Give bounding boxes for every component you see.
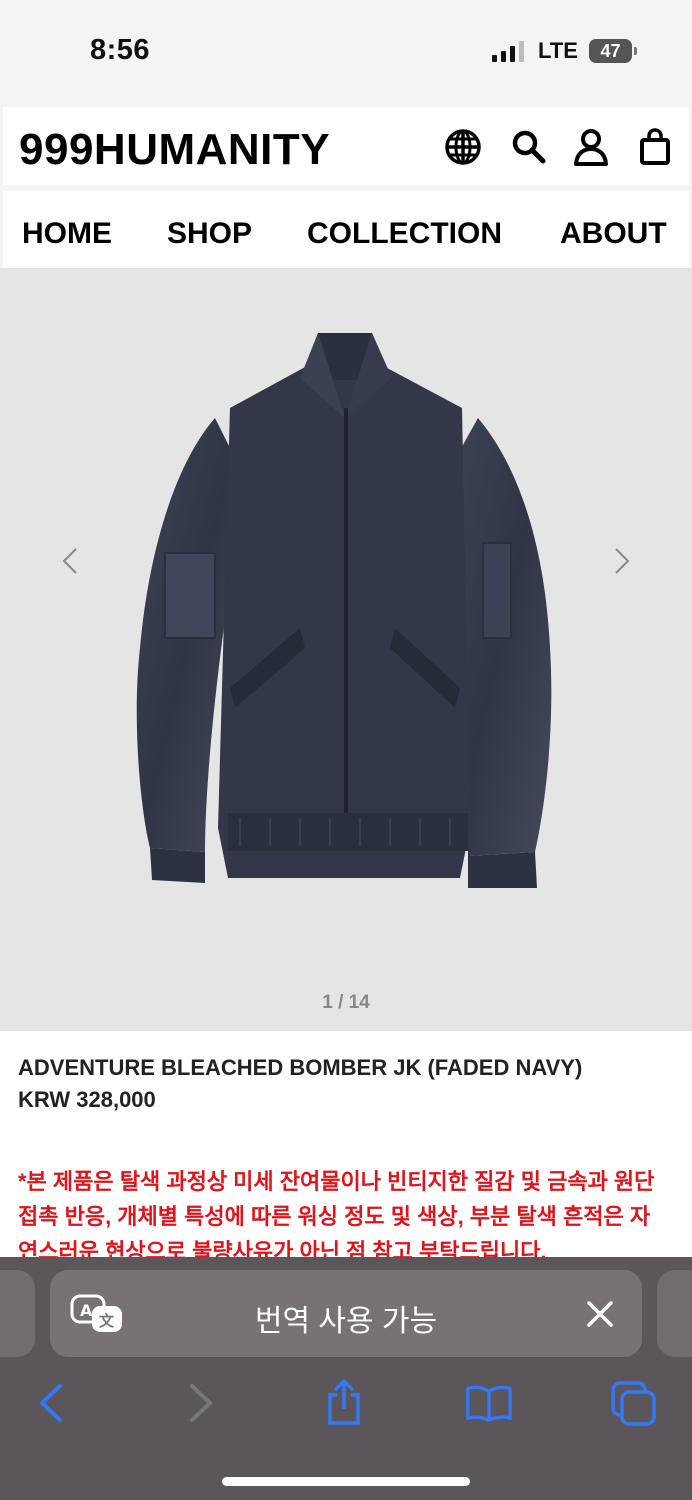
close-icon[interactable] — [584, 1298, 616, 1330]
tabs-icon[interactable] — [610, 1379, 658, 1427]
product-image — [136, 333, 552, 888]
account-icon[interactable] — [571, 127, 611, 167]
bag-icon[interactable] — [635, 127, 675, 167]
nav-item-home[interactable]: HOME — [22, 217, 112, 251]
share-icon[interactable] — [320, 1379, 368, 1427]
network-label: LTE — [538, 38, 578, 63]
product-title: ADVENTURE BLEACHED BOMBER JK (FADED NAVY… — [18, 1055, 583, 1080]
home-indicator — [222, 1477, 470, 1486]
site-header: 999HUMANITY — [3, 107, 689, 185]
next-tab-card[interactable] — [657, 1270, 692, 1357]
nav-item-collection[interactable]: COLLECTION — [307, 217, 502, 251]
product-info: ADVENTURE BLEACHED BOMBER JK (FADED NAVY… — [0, 1031, 692, 1264]
nav-item-shop[interactable]: SHOP — [167, 217, 252, 251]
back-icon[interactable] — [27, 1379, 75, 1427]
status-bar: 8:56 LTE 47 — [0, 0, 692, 100]
prev-tab-card[interactable] — [0, 1270, 35, 1357]
translate-label: 번역 사용 가능 — [254, 1305, 438, 1338]
battery-icon: 47 — [589, 39, 637, 63]
nav-item-about[interactable]: ABOUT — [560, 217, 667, 251]
globe-icon[interactable] — [443, 127, 483, 167]
next-arrow-icon[interactable] — [612, 546, 632, 576]
bookmarks-icon[interactable] — [465, 1379, 513, 1427]
page: 8:56 LTE 47 999HUMANITY HOME SHOP COLLEC… — [0, 0, 692, 1500]
forward-icon[interactable] — [177, 1379, 225, 1427]
product-price: KRW 328,000 — [18, 1087, 156, 1112]
gallery-pager: 1 / 14 — [322, 992, 370, 1013]
site-logo[interactable]: 999HUMANITY — [19, 125, 330, 175]
main-nav: HOME SHOP COLLECTION ABOUT — [3, 191, 689, 268]
signal-icon — [492, 40, 524, 62]
prev-arrow-icon[interactable] — [60, 546, 80, 576]
status-time: 8:56 — [90, 34, 151, 66]
product-gallery[interactable]: 1 / 14 — [0, 268, 692, 1031]
translate-banner[interactable]: A 文 번역 사용 가능 — [50, 1270, 642, 1357]
product-notice: *본 제품은 탈색 과정상 미세 잔여물이나 빈티지한 질감 및 금속과 원단 … — [18, 1169, 655, 1264]
browser-toolbar: A 文 번역 사용 가능 — [0, 1257, 692, 1500]
search-icon[interactable] — [509, 127, 549, 167]
